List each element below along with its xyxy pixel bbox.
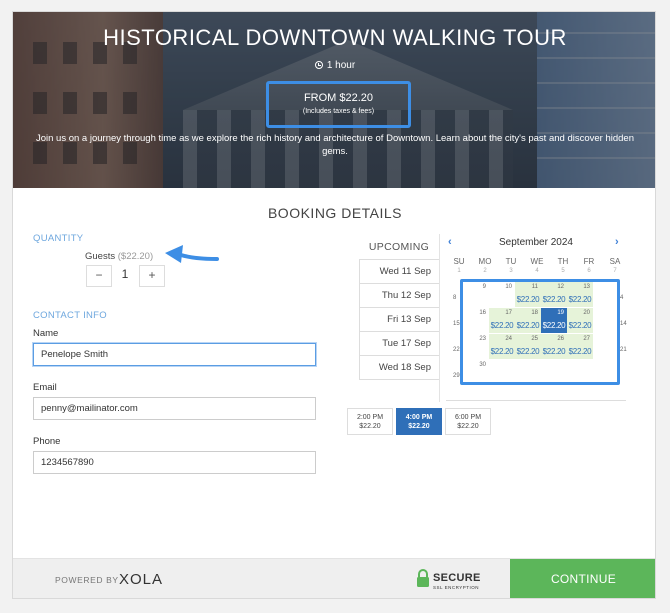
quantity-value: 1 <box>121 267 129 281</box>
increase-quantity-button[interactable]: + <box>139 265 165 287</box>
xola-logo[interactable]: XOLA <box>119 571 163 588</box>
calendar-day[interactable]: 23 <box>463 334 489 359</box>
upcoming-dates-list: UPCOMING Wed 11 Sep Thu 12 Sep Fri 13 Se… <box>359 234 439 380</box>
calendar-day-available[interactable]: 12 $22.20 <box>541 282 567 307</box>
ssl-encryption-label: SSL ENCRYPTION <box>433 585 480 590</box>
booking-widget: HISTORICAL DOWNTOWN WALKING TOUR 1 hour … <box>12 11 656 599</box>
guests-price: ($22.20) <box>117 251 154 262</box>
arrow-annotation-icon <box>165 245 219 263</box>
calendar-day-available[interactable]: 13 $22.20 <box>567 282 593 307</box>
calendar-day-number: 6 <box>587 268 591 274</box>
upcoming-date-item[interactable]: Fri 13 Sep <box>359 308 439 332</box>
weekday-label: FR <box>583 257 595 266</box>
price-note: (Includes taxes & fees) <box>302 108 375 115</box>
calendar-day-number: 5 <box>561 268 565 274</box>
calendar-day[interactable]: 10 <box>489 282 515 307</box>
tour-title: HISTORICAL DOWNTOWN WALKING TOUR <box>103 25 567 50</box>
calendar-day-available[interactable]: 20 $22.20 <box>567 308 593 333</box>
hero-banner: HISTORICAL DOWNTOWN WALKING TOUR 1 hour … <box>13 12 655 188</box>
calendar-day-available[interactable]: 27 $22.20 <box>567 334 593 359</box>
duration-text: 1 hour <box>326 60 356 71</box>
calendar-day-number: 7 <box>613 268 617 274</box>
upcoming-date-item[interactable]: Wed 11 Sep <box>359 260 439 284</box>
name-label: Name <box>33 328 59 339</box>
calendar-day-number: 21 <box>620 347 627 353</box>
calendar-day-available[interactable]: 26 $22.20 <box>541 334 567 359</box>
weekday-label: MO <box>478 257 492 266</box>
weekday-label: SA <box>609 257 621 266</box>
calendar-day-number: 15 <box>453 321 460 327</box>
calendar-day-number: 22 <box>453 347 460 353</box>
time-slot[interactable]: 2:00 PM $22.20 <box>347 408 393 435</box>
calendar-day-available[interactable]: 25 $22.20 <box>515 334 541 359</box>
email-label: Email <box>33 382 57 393</box>
calendar-day-number: 8 <box>453 295 457 301</box>
calendar-day-number: 14 <box>620 321 627 327</box>
weekday-label: WE <box>530 257 544 266</box>
continue-button[interactable]: CONTINUE <box>510 559 655 598</box>
weekday-label: SU <box>453 257 465 266</box>
upcoming-header: UPCOMING <box>359 234 439 260</box>
calendar-day-number: 3 <box>509 268 513 274</box>
time-slot[interactable]: 6:00 PM $22.20 <box>445 408 491 435</box>
price-box: FROM $22.20 (Includes taxes & fees) <box>266 81 411 128</box>
powered-by-label: POWERED BY <box>55 575 119 585</box>
calendar-day-number: 2 <box>483 268 487 274</box>
time-slot-selected[interactable]: 4:00 PM $22.20 <box>396 408 442 435</box>
calendar-day-number: 4 <box>535 268 539 274</box>
upcoming-date-item[interactable]: Thu 12 Sep <box>359 284 439 308</box>
calendar-day[interactable]: 16 <box>463 308 489 333</box>
footer-bar: POWERED BY XOLA SECURE SSL ENCRYPTION CO… <box>13 558 655 598</box>
calendar-day-number: 1 <box>457 268 461 274</box>
tour-duration: 1 hour <box>13 60 655 71</box>
phone-input[interactable]: 1234567890 <box>33 451 316 474</box>
contact-section-label: CONTACT INFO <box>33 310 107 321</box>
next-month-icon[interactable]: › <box>615 236 619 248</box>
calendar-day-available[interactable]: 11 $22.20 <box>515 282 541 307</box>
quantity-section-label: QUANTITY <box>33 233 84 244</box>
email-input[interactable]: penny@mailinator.com <box>33 397 316 420</box>
clock-icon <box>314 61 323 69</box>
calendar-month: September 2024 <box>499 237 573 248</box>
calendar-day-selected[interactable]: 19 $22.20 <box>541 308 567 333</box>
calendar-day-available[interactable]: 24 $22.20 <box>489 334 515 359</box>
phone-label: Phone <box>33 436 61 447</box>
upcoming-date-item[interactable]: Tue 17 Sep <box>359 332 439 356</box>
upcoming-date-item[interactable]: Wed 18 Sep <box>359 356 439 380</box>
calendar-day-available[interactable]: 17 $22.20 <box>489 308 515 333</box>
weekday-label: TU <box>505 257 517 266</box>
booking-details-title: BOOKING DETAILS <box>267 205 403 221</box>
name-input[interactable]: Penelope Smith <box>33 343 316 366</box>
guests-label: Guests ($22.20) <box>85 251 154 262</box>
weekday-label: TH <box>557 257 569 266</box>
calendar-day-number: 29 <box>453 373 460 379</box>
lock-icon <box>417 569 429 587</box>
calendar-day[interactable]: 30 <box>463 360 489 382</box>
calendar-day-number: 4 <box>620 295 624 301</box>
decrease-quantity-button[interactable]: − <box>86 265 112 287</box>
calendar-grid-highlight: 9 10 11 $22.20 12 $22.20 13 $22.20 16 17 $22… <box>460 279 620 385</box>
calendar-day-available[interactable]: 18 $22.20 <box>515 308 541 333</box>
secure-badge: SECURE <box>433 572 481 584</box>
price-from: FROM $22.20 <box>303 92 374 104</box>
calendar-day[interactable]: 9 <box>463 282 489 307</box>
tour-description: Join us on a journey through time as we … <box>35 133 634 157</box>
